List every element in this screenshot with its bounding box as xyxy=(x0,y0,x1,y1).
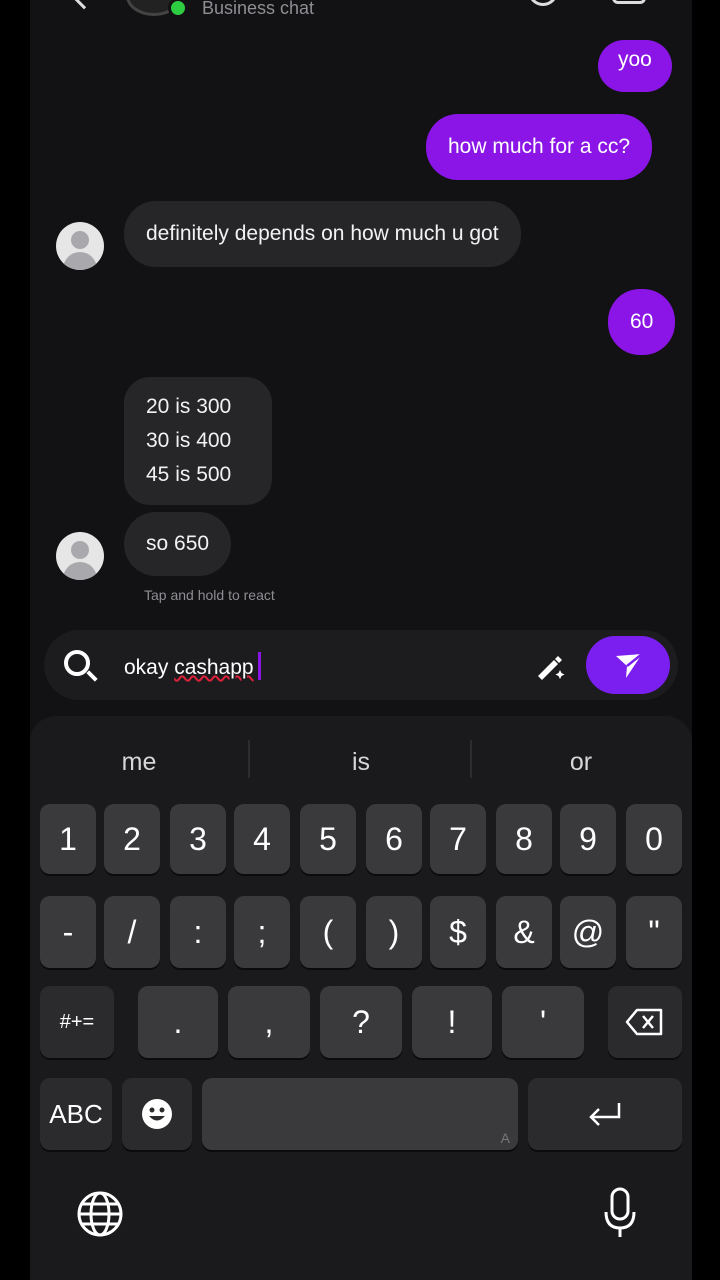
key-slash[interactable]: / xyxy=(104,896,160,968)
key-3[interactable]: 3 xyxy=(170,804,226,874)
key-7[interactable]: 7 xyxy=(430,804,486,874)
key-5[interactable]: 5 xyxy=(300,804,356,874)
key-close-paren[interactable]: ) xyxy=(366,896,422,968)
composer-text: okay xyxy=(124,656,175,679)
key-ampersand[interactable]: & xyxy=(496,896,552,968)
backspace-key[interactable] xyxy=(608,986,682,1058)
key-9[interactable]: 9 xyxy=(560,804,616,874)
backspace-icon xyxy=(625,1008,663,1036)
message-sent[interactable]: 60 xyxy=(608,289,676,355)
space-hint: A xyxy=(500,1130,510,1146)
video-icon[interactable] xyxy=(612,0,646,4)
key-comma[interactable]: , xyxy=(228,986,310,1058)
magic-pen-icon[interactable] xyxy=(532,648,566,682)
suggestion-divider xyxy=(470,740,472,778)
back-icon[interactable] xyxy=(72,0,96,10)
avatar xyxy=(56,532,104,580)
return-icon xyxy=(589,1103,621,1126)
send-button[interactable] xyxy=(586,636,670,694)
symbols-toggle-key[interactable]: #+= xyxy=(40,986,114,1058)
react-hint: Tap and hold to react xyxy=(144,587,275,603)
header-subtitle: Business chat xyxy=(202,0,315,18)
key-at[interactable]: @ xyxy=(560,896,616,968)
message-composer[interactable]: okay cashapp xyxy=(44,630,678,700)
key-colon[interactable]: : xyxy=(170,896,226,968)
message-received[interactable]: so 650 xyxy=(124,512,232,576)
call-icon[interactable] xyxy=(528,0,558,6)
key-hyphen[interactable]: - xyxy=(40,896,96,968)
suggestion-3[interactable]: or xyxy=(476,742,686,782)
emoji-key[interactable] xyxy=(122,1078,192,1150)
left-edge xyxy=(0,0,30,1280)
key-question[interactable]: ? xyxy=(320,986,402,1058)
globe-icon[interactable] xyxy=(76,1190,124,1238)
misspelled-word: cashapp xyxy=(174,656,254,679)
message-sent[interactable]: how much for a cc? xyxy=(426,114,653,180)
key-0[interactable]: 0 xyxy=(626,804,682,874)
composer-input[interactable]: okay cashapp xyxy=(124,652,261,680)
send-icon xyxy=(616,653,643,678)
key-apostrophe[interactable]: ' xyxy=(502,986,584,1058)
key-quote[interactable]: " xyxy=(626,896,682,968)
right-edge xyxy=(692,0,720,1280)
abc-key[interactable]: ABC xyxy=(40,1078,112,1150)
key-8[interactable]: 8 xyxy=(496,804,552,874)
key-1[interactable]: 1 xyxy=(40,804,96,874)
search-icon[interactable] xyxy=(64,650,90,676)
keyboard: me is or 1 2 3 4 5 6 7 8 9 0 - / : ; ( )… xyxy=(30,716,692,1280)
key-period[interactable]: . xyxy=(138,986,218,1058)
key-2[interactable]: 2 xyxy=(104,804,160,874)
space-key[interactable]: A xyxy=(202,1078,518,1150)
suggestion-1[interactable]: me xyxy=(34,742,244,782)
chat-header: Business chat xyxy=(30,0,692,22)
suggestion-2[interactable]: is xyxy=(256,742,466,782)
key-exclamation[interactable]: ! xyxy=(412,986,492,1058)
text-caret xyxy=(257,652,261,680)
return-key[interactable] xyxy=(528,1078,682,1150)
emoji-icon xyxy=(142,1099,172,1129)
online-status-dot xyxy=(168,0,188,18)
microphone-icon[interactable] xyxy=(602,1186,638,1240)
chat-screen: Business chat yoo how much for a cc? def… xyxy=(30,0,692,1280)
suggestion-divider xyxy=(248,740,250,778)
key-4[interactable]: 4 xyxy=(234,804,290,874)
key-dollar[interactable]: $ xyxy=(430,896,486,968)
avatar xyxy=(56,222,104,270)
message-received[interactable]: 20 is 300 30 is 400 45 is 500 xyxy=(124,377,272,505)
key-semicolon[interactable]: ; xyxy=(234,896,290,968)
key-open-paren[interactable]: ( xyxy=(300,896,356,968)
message-sent[interactable]: yoo xyxy=(598,40,672,92)
message-received[interactable]: definitely depends on how much u got xyxy=(124,201,521,267)
key-6[interactable]: 6 xyxy=(366,804,422,874)
